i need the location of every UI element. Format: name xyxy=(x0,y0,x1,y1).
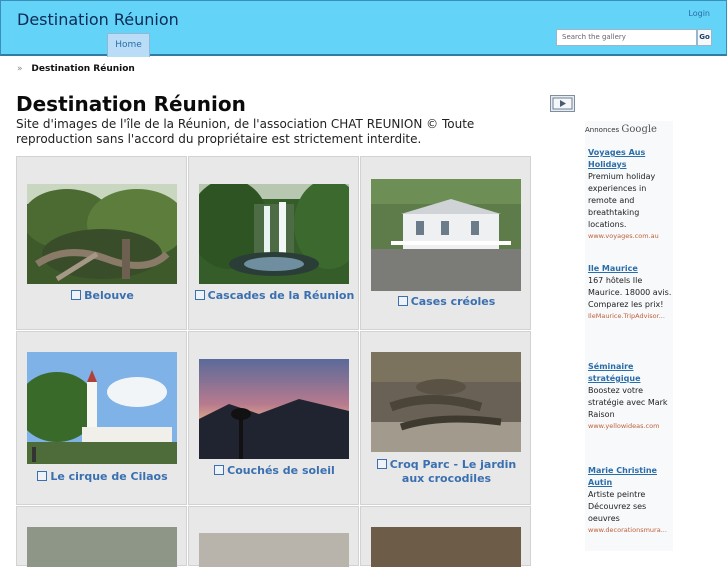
site-title[interactable]: Destination Réunion xyxy=(17,10,179,29)
album-thumbnail[interactable] xyxy=(27,184,177,284)
album-icon xyxy=(194,290,205,300)
breadcrumb-separator: » xyxy=(17,64,23,74)
ad-item[interactable]: Séminaire stratégique Boostez votre stra… xyxy=(588,361,673,432)
login-link[interactable]: Login xyxy=(688,9,710,18)
album-icon xyxy=(71,290,82,300)
ad-item[interactable]: Voyages Aus Holidays Premium holiday exp… xyxy=(588,147,673,242)
ad-item[interactable]: Marie Christine Autin Artiste peintre Dé… xyxy=(588,465,673,536)
site-header: Destination Réunion Login Home Search th… xyxy=(0,0,727,57)
album-thumbnail[interactable] xyxy=(371,179,521,291)
album-caption[interactable]: Couchés de soleil xyxy=(193,464,356,478)
ads-sidebar: Annonces Google Voyages Aus Holidays Pre… xyxy=(585,121,673,551)
gallery-item[interactable] xyxy=(188,506,359,567)
album-thumbnail[interactable] xyxy=(199,533,349,567)
album-thumbnail[interactable] xyxy=(371,352,521,452)
gallery-grid: Belouve Cascades de la Réunion Cases cré… xyxy=(16,156,532,567)
tab-home[interactable]: Home xyxy=(107,33,150,57)
album-caption[interactable]: Cascades de la Réunion xyxy=(193,289,356,303)
ad-item[interactable]: Ile Maurice 167 hôtels Ile Maurice. 1800… xyxy=(588,263,673,322)
album-thumbnail[interactable] xyxy=(27,527,177,567)
album-icon xyxy=(214,465,225,475)
play-icon xyxy=(552,97,573,110)
gallery-item[interactable]: Croq Parc - Le jardin aux crocodiles xyxy=(360,331,531,505)
gallery-item[interactable] xyxy=(360,506,531,567)
gallery-item[interactable]: Cascades de la Réunion xyxy=(188,156,359,330)
gallery-description: Site d'images de l'île de la Réunion, de… xyxy=(16,117,475,146)
gallery-item[interactable]: Cases créoles xyxy=(360,156,531,330)
album-thumbnail[interactable] xyxy=(27,352,177,464)
album-thumbnail[interactable] xyxy=(371,527,521,567)
gallery-item[interactable]: Couchés de soleil xyxy=(188,331,359,505)
page-title: Destination Réunion xyxy=(16,92,246,116)
search-input[interactable]: Search the gallery xyxy=(556,29,697,46)
ads-header[interactable]: Annonces Google xyxy=(585,124,657,135)
gallery-item[interactable]: Le cirque de Cilaos xyxy=(16,331,187,505)
gallery-item[interactable]: Belouve xyxy=(16,156,187,330)
album-icon xyxy=(376,459,387,469)
search-go-button[interactable]: Go xyxy=(697,29,712,46)
gallery-item[interactable] xyxy=(16,506,187,567)
google-logo: Google xyxy=(621,124,657,135)
album-icon xyxy=(397,296,408,306)
album-thumbnail[interactable] xyxy=(199,359,349,459)
album-caption[interactable]: Croq Parc - Le jardin aux crocodiles xyxy=(365,458,528,486)
breadcrumb: » Destination Réunion xyxy=(17,64,135,74)
slideshow-button[interactable] xyxy=(550,95,575,112)
album-caption[interactable]: Le cirque de Cilaos xyxy=(21,470,184,484)
album-icon xyxy=(37,471,48,481)
album-caption[interactable]: Cases créoles xyxy=(365,295,528,309)
album-thumbnail[interactable] xyxy=(199,184,349,284)
breadcrumb-current: Destination Réunion xyxy=(31,64,135,74)
album-caption[interactable]: Belouve xyxy=(21,289,184,303)
